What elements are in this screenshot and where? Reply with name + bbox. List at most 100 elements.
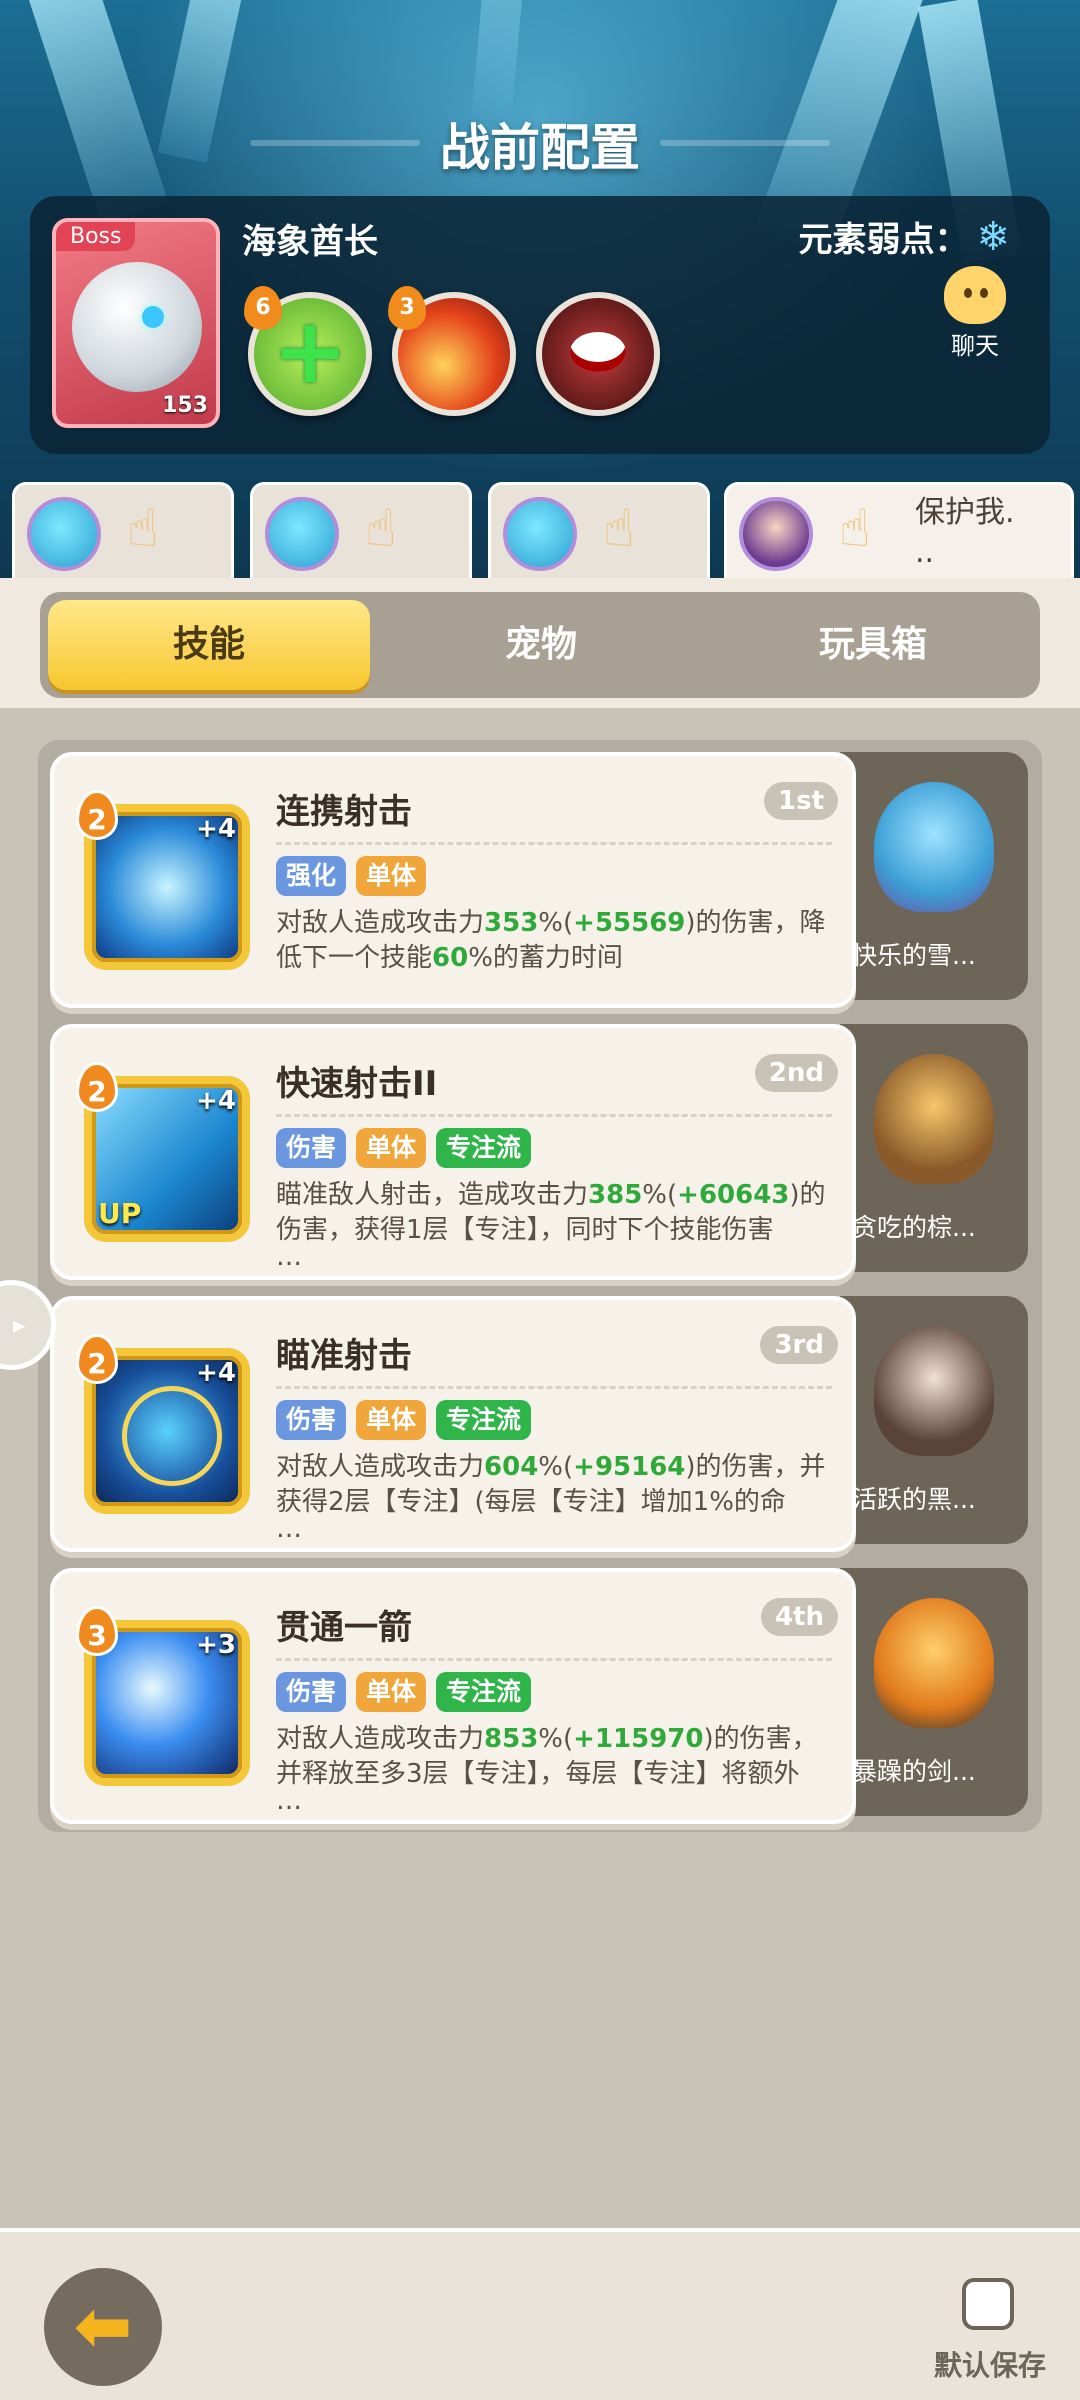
tab-toybox[interactable]: 玩具箱 [708, 592, 1038, 698]
pet-boar-avatar [874, 1326, 994, 1456]
boss-skill-fire[interactable]: 3 [388, 286, 516, 416]
boss-portrait[interactable]: Boss 153 [52, 218, 220, 428]
boss-name: 海象酋长 [242, 222, 378, 262]
skill-description: 对敌人造成攻击力853%(+115970)的伤害，并释放至多3层【专注】，每层【… [276, 1724, 818, 1816]
skill-tags: 伤害 单体 专注流 [276, 1128, 532, 1168]
skill-name: 瞄准射击 [276, 1336, 412, 1376]
page-title: 战前配置 [440, 119, 640, 177]
skill-tag: 伤害 [276, 1128, 347, 1168]
skill-description: 对敌人造成攻击力604%(+95164)的伤害，并获得2层【专注】(每层【专注】… [276, 1452, 826, 1544]
skill-card-3[interactable]: 2 +4 瞄准射击 3rd 伤害 单体 专注流 对敌人造成攻击力604%(+95… [50, 1296, 856, 1552]
default-save-label: 默认保存 [934, 2349, 1047, 2382]
pet-tiger-avatar [874, 1598, 994, 1728]
divider [276, 1658, 832, 1661]
quick-shot-icon: 2 +4 UP [76, 1062, 250, 1242]
tab-pets[interactable]: 宠物 [376, 592, 706, 698]
pet-slot-1[interactable]: 快乐的雪... [840, 752, 1028, 1000]
skill-card-2[interactable]: 2 +4 UP 快速射击II 2nd 伤害 单体 专注流 瞄准敌人射击，造成攻击… [50, 1024, 856, 1280]
tab-bar: 技能 宠物 玩具箱 [40, 592, 1040, 698]
skill-tags: 伤害 单体 专注流 [276, 1672, 532, 1712]
team-slot-4[interactable]: ☝ 保护我. .. [724, 482, 1074, 578]
chain-shot-icon: 2 +4 [76, 790, 250, 970]
pet-slot-4[interactable]: 暴躁的剑... [840, 1568, 1028, 1816]
skill-order: 4th [760, 1598, 838, 1636]
back-button[interactable]: ⬅ [44, 2268, 162, 2386]
skill-description: 对敌人造成攻击力353%(+55569)的伤害，降低下一个技能60%的蓄力时间 [276, 908, 826, 973]
skill-up: UP [98, 1197, 142, 1230]
boss-skill-heal[interactable]: 6 [244, 286, 372, 416]
skill-tag: 专注流 [436, 1400, 532, 1440]
element-weakness-label: 元素弱点： [798, 220, 969, 260]
back-arrow-icon: ⬅ [73, 2285, 133, 2367]
default-save-checkbox[interactable] [962, 2278, 1014, 2330]
skill-tags: 伤害 单体 专注流 [276, 1400, 532, 1440]
skill-tag: 单体 [356, 856, 427, 896]
skill-level-badge: 2 [76, 1334, 118, 1384]
boss-tag: Boss [56, 222, 136, 251]
hero-avatar [265, 497, 339, 571]
skill-tag: 强化 [276, 856, 347, 896]
pet-slot-3[interactable]: 活跃的黑... [840, 1296, 1028, 1544]
team-slots: ☝ ☝ ☝ ☝ 保护我. .. [0, 482, 1080, 578]
skill-name: 连携射击 [276, 792, 412, 832]
divider [276, 1114, 832, 1117]
skill-tags: 强化 单体 [276, 856, 427, 896]
divider [276, 842, 832, 845]
boss-skill-badge: 3 [388, 286, 426, 330]
skill-plus: +4 [196, 1086, 236, 1116]
skill-tag: 专注流 [436, 1128, 532, 1168]
chat-label: 聊天 [951, 332, 999, 360]
skill-order: 2nd [754, 1054, 838, 1092]
hero-avatar [503, 497, 577, 571]
skill-level-badge: 2 [76, 1062, 118, 1112]
walrus-boss-avatar [72, 262, 202, 392]
pet-name: 活跃的黑... [852, 1485, 976, 1514]
element-weakness[interactable]: 元素弱点： ❄ [798, 212, 1010, 261]
skill-tag: 单体 [356, 1400, 427, 1440]
boss-level: 153 [162, 393, 208, 418]
hero-avatar [27, 497, 101, 571]
boss-panel: Boss 153 海象酋长 元素弱点： ❄ 6 3 [30, 196, 1050, 454]
pet-bear-avatar [874, 1054, 994, 1184]
skill-tag: 单体 [356, 1128, 427, 1168]
pet-snow-avatar [874, 782, 994, 912]
tap-hand-icon: ☝ [603, 499, 635, 559]
hero-avatar [739, 497, 813, 571]
pet-name: 暴躁的剑... [852, 1757, 976, 1786]
snowflake-icon: ❄ [976, 213, 1010, 260]
skill-tag: 单体 [356, 1672, 427, 1712]
boss-skill-badge: 6 [244, 286, 282, 330]
skill-description: 瞄准敌人射击，造成攻击力385%(+60643)的伤害，获得1层【专注】，同时下… [276, 1180, 826, 1272]
skill-plus: +4 [196, 814, 236, 844]
tap-hand-icon: ☝ [839, 499, 871, 559]
tap-hand-icon: ☝ [127, 499, 159, 559]
pet-name: 贪吃的棕... [852, 1213, 976, 1242]
chat-button[interactable]: 聊天 [930, 266, 1020, 361]
team-slot-1[interactable]: ☝ [12, 482, 234, 578]
team-slot-3[interactable]: ☝ [488, 482, 710, 578]
skill-order: 1st [764, 782, 838, 820]
skill-level-badge: 2 [76, 790, 118, 840]
team-slot-text: 保护我. .. [915, 495, 1015, 570]
skill-tag: 专注流 [436, 1672, 532, 1712]
pet-name: 快乐的雪... [852, 941, 976, 970]
team-slot-2[interactable]: ☝ [250, 482, 472, 578]
skill-plus: +4 [196, 1358, 236, 1388]
bottom-bar: ⬅ 默认保存 [0, 2228, 1080, 2400]
skill-name: 快速射击II [276, 1064, 438, 1104]
skill-order: 3rd [760, 1326, 838, 1364]
tab-skills[interactable]: 技能 [48, 600, 370, 690]
skill-name: 贯通一箭 [276, 1608, 412, 1648]
piercing-arrow-icon: 3 +3 [76, 1606, 250, 1786]
aimed-shot-icon: 2 +4 [76, 1334, 250, 1514]
chat-emoji-icon [944, 266, 1006, 324]
divider [276, 1386, 832, 1389]
skill-card-4[interactable]: 3 +3 贯通一箭 4th 伤害 单体 专注流 对敌人造成攻击力853%(+11… [50, 1568, 856, 1824]
tab-bar-container: 技能 宠物 玩具箱 [0, 578, 1080, 708]
boss-skill-maw[interactable] [536, 292, 660, 416]
tap-hand-icon: ☝ [365, 499, 397, 559]
skill-card-1[interactable]: 2 +4 连携射击 1st 强化 单体 对敌人造成攻击力353%(+55569)… [50, 752, 856, 1008]
pet-slot-2[interactable]: 贪吃的棕... [840, 1024, 1028, 1272]
skill-tag: 伤害 [276, 1400, 347, 1440]
skill-level-badge: 3 [76, 1606, 118, 1656]
